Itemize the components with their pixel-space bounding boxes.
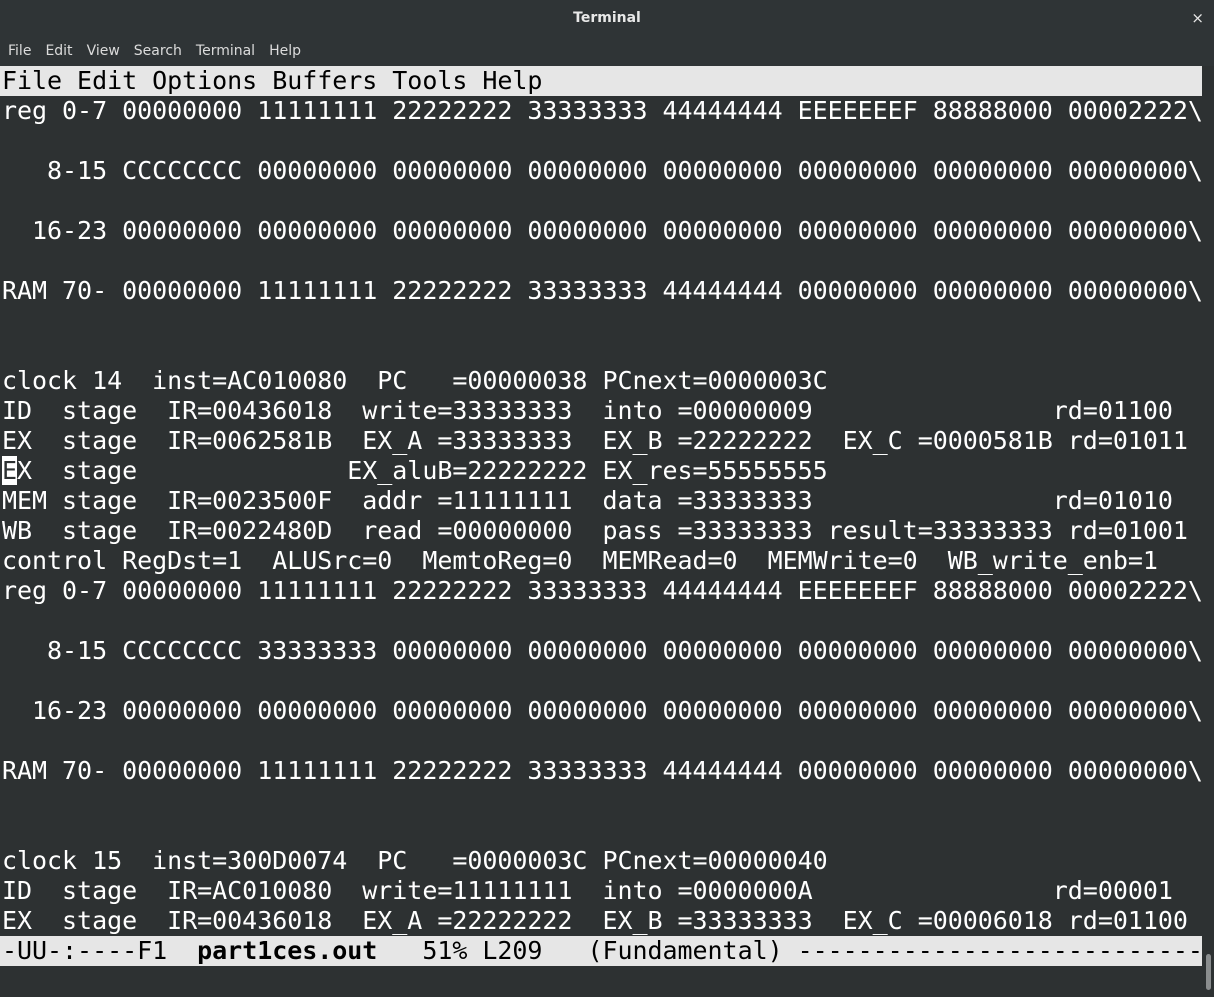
terminal-area[interactable]: File Edit Options Buffers Tools Help reg… <box>0 66 1202 997</box>
buffer-line: clock 15 inst=300D0074 PC =0000003C PCne… <box>2 846 828 875</box>
buffer-line: EX stage EX_aluB=22222222 EX_res=5555555… <box>2 456 828 486</box>
modeline-status: -UU-:----F1 <box>2 936 198 965</box>
buffer-line: 8-15 CCCCCCCC 00000000 00000000 00000000… <box>2 156 1202 185</box>
buffer-line: EX stage IR=00436018 EX_A =22222222 EX_B… <box>2 906 1188 935</box>
buffer-line: EX stage IR=0062581B EX_A =33333333 EX_B… <box>2 426 1188 455</box>
menu-edit[interactable]: Edit <box>38 36 79 66</box>
menu-file[interactable]: File <box>0 36 38 66</box>
modeline-buffer-name: part1ces.out <box>197 936 378 965</box>
emacs-menu-bar[interactable]: File Edit Options Buffers Tools Help <box>0 66 1202 96</box>
menu-terminal[interactable]: Terminal <box>189 36 262 66</box>
buffer-line-text: X stage EX_aluB=22222222 EX_res=55555555 <box>17 456 828 485</box>
scrollbar[interactable] <box>1202 66 1214 997</box>
emacs-modeline: -UU-:----F1 part1ces.out 51% L209 (Funda… <box>0 936 1202 966</box>
buffer-line: ID stage IR=00436018 write=33333333 into… <box>2 396 1173 425</box>
buffer-line: clock 14 inst=AC010080 PC =00000038 PCne… <box>2 366 828 395</box>
scrollbar-thumb[interactable] <box>1206 954 1211 990</box>
buffer-line: RAM 70- 00000000 11111111 22222222 33333… <box>2 756 1202 785</box>
buffer-line: 8-15 CCCCCCCC 33333333 00000000 00000000… <box>2 636 1202 665</box>
modeline-text: -UU-:----F1 part1ces.out 51% L209 (Funda… <box>2 936 1202 966</box>
buffer-line: RAM 70- 00000000 11111111 22222222 33333… <box>2 276 1202 305</box>
close-icon[interactable]: × <box>1191 0 1204 36</box>
text-cursor: E <box>2 456 18 485</box>
buffer-line: reg 0-7 00000000 11111111 22222222 33333… <box>2 96 1202 125</box>
menu-search[interactable]: Search <box>127 36 189 66</box>
emacs-menu-text[interactable]: File Edit Options Buffers Tools Help <box>2 66 542 96</box>
menu-help[interactable]: Help <box>262 36 308 66</box>
terminal-menubar: File Edit View Search Terminal Help <box>0 36 1214 66</box>
buffer-line: MEM stage IR=0023500F addr =11111111 dat… <box>2 486 1173 515</box>
buffer-line: 16-23 00000000 00000000 00000000 0000000… <box>2 696 1202 725</box>
buffer-line: 16-23 00000000 00000000 00000000 0000000… <box>2 216 1202 245</box>
menu-view[interactable]: View <box>80 36 127 66</box>
buffer-line: control RegDst=1 ALUSrc=0 MemtoReg=0 MEM… <box>2 546 1158 575</box>
buffer-line: reg 0-7 00000000 11111111 22222222 33333… <box>2 576 1202 605</box>
window-titlebar: Terminal × <box>0 0 1214 37</box>
modeline-position: 51% L209 (Fundamental) -----------------… <box>422 936 1202 965</box>
buffer-line: WB stage IR=0022480D read =00000000 pass… <box>2 516 1188 545</box>
window-title: Terminal <box>573 10 641 26</box>
buffer-line: ID stage IR=AC010080 write=11111111 into… <box>2 876 1173 905</box>
